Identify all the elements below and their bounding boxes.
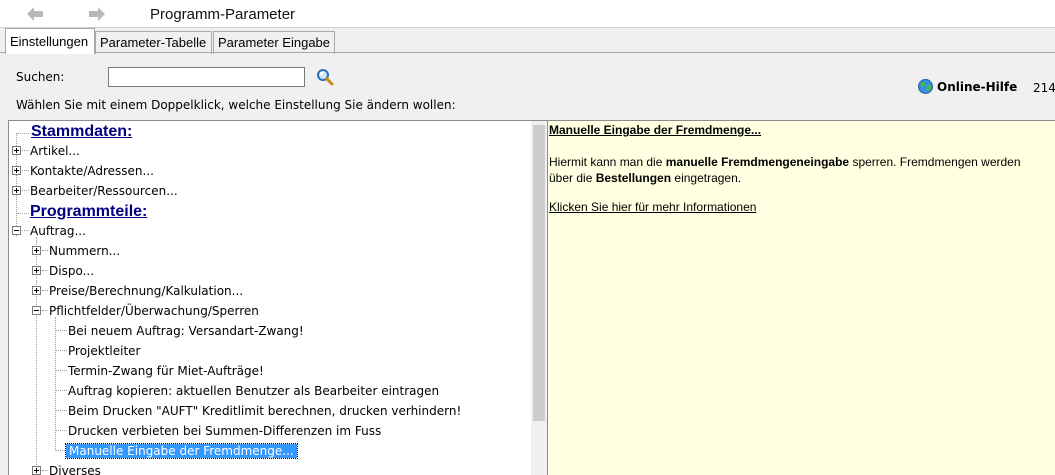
tree-line bbox=[56, 450, 65, 451]
tree-line bbox=[56, 350, 67, 351]
counter-text: 214 bbox=[1033, 81, 1055, 95]
tree-item-label: Termin-Zwang für Miet-Aufträge! bbox=[68, 363, 264, 378]
tree-line bbox=[42, 250, 48, 251]
section-heading: Programmteile: bbox=[30, 203, 148, 220]
tree-item-label: Kontakte/Adressen... bbox=[30, 163, 154, 178]
search-label: Suchen: bbox=[16, 70, 65, 84]
more-info-link[interactable]: Klicken Sie hier für mehr Informationen bbox=[549, 200, 1055, 214]
tree-item-label: Bei neuem Auftrag: Versandart-Zwang! bbox=[68, 323, 304, 338]
tree-line bbox=[17, 213, 29, 214]
tree-item-label: Beim Drucken "AUFT" Kreditlimit berechne… bbox=[68, 403, 462, 418]
tree-item-pflichtfelder[interactable]: Pflichtfelder/Überwachung/Sperren bbox=[49, 301, 259, 320]
tree-line bbox=[22, 230, 29, 231]
info-text-part: Hiermit kann man die bbox=[549, 155, 666, 169]
online-help-button[interactable]: Online-Hilfe bbox=[918, 79, 1017, 94]
tree-line bbox=[56, 370, 67, 371]
tab-divider bbox=[0, 52, 1055, 53]
info-description: Hiermit kann man die manuelle Fremdmenge… bbox=[549, 154, 1044, 186]
tree-item-label: Nummern... bbox=[49, 243, 121, 258]
tree-line bbox=[42, 290, 48, 291]
expand-icon[interactable] bbox=[12, 166, 21, 175]
tab-parameter-eingabe[interactable]: Parameter Eingabe bbox=[213, 31, 335, 54]
tree-item-auftrag[interactable]: Auftrag... bbox=[30, 221, 86, 240]
window-title: Programm-Parameter bbox=[150, 6, 296, 23]
expand-icon[interactable] bbox=[12, 146, 21, 155]
tree-item-fremdmenge-selected[interactable]: Manuelle Eingabe der Fremdmenge... bbox=[65, 441, 298, 460]
tree-item-label: Auftrag kopieren: aktuellen Benutzer als… bbox=[68, 383, 440, 398]
tree-item-diverses[interactable]: Diverses bbox=[49, 461, 101, 475]
tab-einstellungen[interactable]: Einstellungen bbox=[5, 28, 95, 54]
tree-item-artikel[interactable]: Artikel... bbox=[30, 141, 80, 160]
tree-item-termin-zwang[interactable]: Termin-Zwang für Miet-Aufträge! bbox=[68, 361, 264, 380]
tree-line bbox=[42, 310, 48, 311]
tree-item-drucken-verbieten[interactable]: Drucken verbieten bei Summen-Differenzen… bbox=[68, 421, 381, 440]
search-input[interactable] bbox=[108, 67, 305, 87]
tree-item-projektleiter[interactable]: Projektleiter bbox=[68, 341, 140, 360]
tree-scrollbar[interactable] bbox=[531, 121, 547, 475]
tree-item-dispo[interactable]: Dispo... bbox=[49, 261, 94, 280]
tree-item-label: Auftrag... bbox=[30, 223, 86, 238]
section-heading: Stammdaten: bbox=[31, 123, 133, 140]
tree-item-label: Bearbeiter/Ressourcen... bbox=[30, 183, 178, 198]
tree-item-preise[interactable]: Preise/Berechnung/Kalkulation... bbox=[49, 281, 243, 300]
collapse-icon[interactable] bbox=[32, 306, 41, 315]
tree-line bbox=[22, 190, 29, 191]
tree-line bbox=[42, 470, 48, 471]
title-bar: Programm-Parameter bbox=[0, 0, 1055, 28]
arrow-right-icon[interactable] bbox=[86, 4, 108, 24]
tree-item-label: Diverses bbox=[49, 463, 101, 475]
tree-item-label: Drucken verbieten bei Summen-Differenzen… bbox=[68, 423, 382, 438]
tree-line bbox=[56, 330, 67, 331]
tree-item-label: Preise/Berechnung/Kalkulation... bbox=[49, 283, 244, 298]
expand-icon[interactable] bbox=[32, 266, 41, 275]
tab-strip: Einstellungen Parameter-Tabelle Paramete… bbox=[0, 28, 1055, 54]
expand-icon[interactable] bbox=[32, 286, 41, 295]
tree-section-stammdaten: Stammdaten: bbox=[31, 121, 132, 143]
expand-icon[interactable] bbox=[12, 186, 21, 195]
tree-line bbox=[22, 170, 29, 171]
tree-line bbox=[17, 133, 29, 134]
tree-item-label: Dispo... bbox=[49, 263, 95, 278]
scroll-thumb[interactable] bbox=[533, 125, 545, 421]
tree-item-label: Manuelle Eingabe der Fremdmenge... bbox=[65, 442, 298, 459]
collapse-icon[interactable] bbox=[12, 226, 21, 235]
tab-parameter-tabelle[interactable]: Parameter-Tabelle bbox=[95, 31, 212, 54]
expand-icon[interactable] bbox=[32, 246, 41, 255]
tree-item-kontakte[interactable]: Kontakte/Adressen... bbox=[30, 161, 154, 180]
tree-item-nummern[interactable]: Nummern... bbox=[49, 241, 120, 260]
tree-item-label: Pflichtfelder/Überwachung/Sperren bbox=[49, 303, 259, 318]
tree-line bbox=[22, 150, 29, 151]
settings-tree[interactable]: Stammdaten: Artikel... Kontakte/Adressen… bbox=[8, 120, 548, 475]
info-panel: Manuelle Eingabe der Fremdmenge... Hierm… bbox=[548, 120, 1055, 475]
tree-line bbox=[56, 410, 67, 411]
instructions-text: Wählen Sie mit einem Doppelklick, welche… bbox=[16, 98, 456, 112]
magnifier-icon[interactable] bbox=[316, 68, 334, 86]
tree-line bbox=[42, 270, 48, 271]
online-help-label: Online-Hilfe bbox=[937, 79, 1018, 94]
info-text-part: eingetragen. bbox=[671, 171, 742, 185]
tree-item-bearbeiter[interactable]: Bearbeiter/Ressourcen... bbox=[30, 181, 178, 200]
info-title: Manuelle Eingabe der Fremdmenge... bbox=[549, 123, 762, 137]
tree-section-programmteile: Programmteile: bbox=[30, 201, 147, 223]
expand-icon[interactable] bbox=[32, 466, 41, 475]
tree-item-versandart-zwang[interactable]: Bei neuem Auftrag: Versandart-Zwang! bbox=[68, 321, 304, 340]
tree-item-kreditlimit[interactable]: Beim Drucken "AUFT" Kreditlimit berechne… bbox=[68, 401, 461, 420]
arrow-left-icon[interactable] bbox=[24, 4, 46, 24]
tree-line bbox=[56, 430, 67, 431]
info-text-bold: Bestellungen bbox=[595, 171, 672, 185]
tree-line bbox=[56, 390, 67, 391]
tree-item-label: Projektleiter bbox=[68, 343, 141, 358]
tree-item-label: Artikel... bbox=[30, 143, 80, 158]
globe-icon bbox=[918, 79, 933, 94]
tree-item-auftrag-kopieren[interactable]: Auftrag kopieren: aktuellen Benutzer als… bbox=[68, 381, 439, 400]
info-text-bold: manuelle Fremdmengeneingabe bbox=[665, 155, 850, 169]
